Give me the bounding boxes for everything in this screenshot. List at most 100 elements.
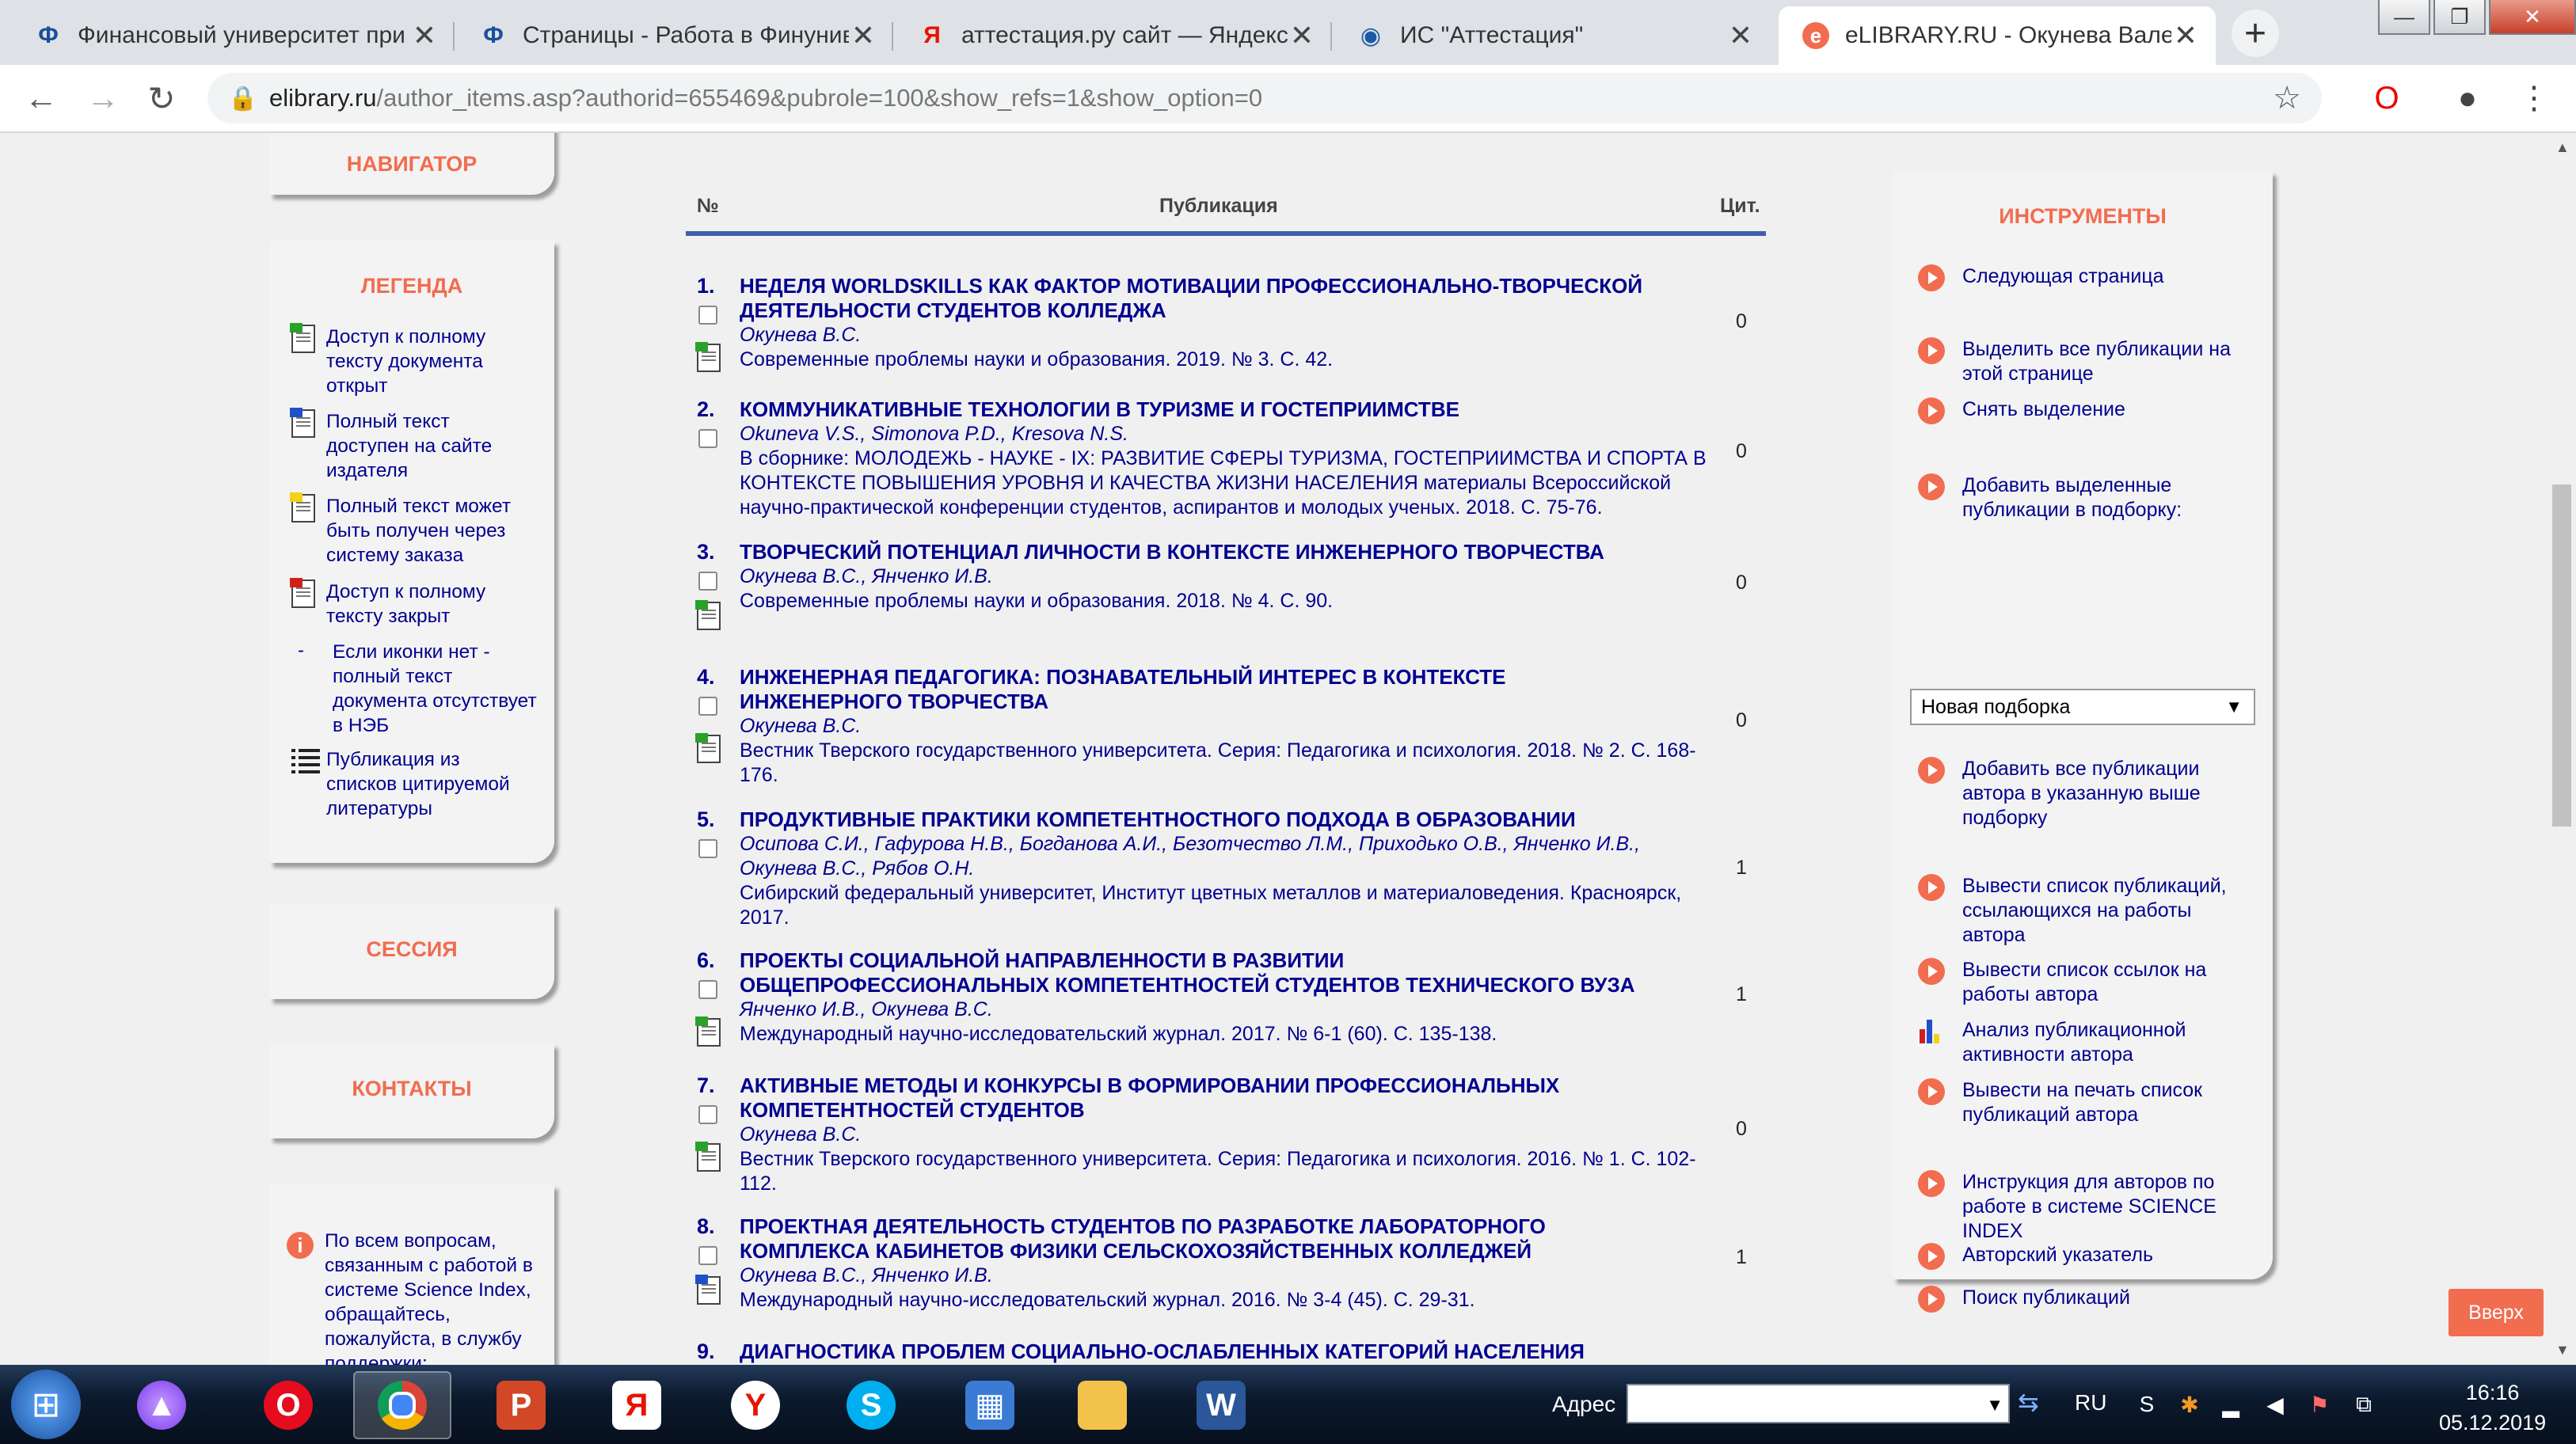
publication-source[interactable]: Современные проблемы науки и образования… [740, 589, 1714, 614]
pdf-publisher-icon[interactable] [695, 1275, 721, 1305]
publication-title-link[interactable]: КОММУНИКАТИВНЫЕ ТЕХНОЛОГИИ В ТУРИЗМЕ И Г… [740, 397, 1658, 422]
pdf-open-icon[interactable] [695, 342, 721, 372]
tool-deselect[interactable]: Снять выделение [1918, 397, 2247, 424]
tool-instructions[interactable]: Инструкция для авторов по работе в систе… [1918, 1170, 2247, 1244]
contacts-title[interactable]: КОНТАКТЫ [269, 1077, 554, 1101]
tray-app-icon[interactable]: ✱ [2176, 1392, 2203, 1419]
close-tab-icon[interactable]: ✕ [849, 19, 877, 52]
tool-author-index[interactable]: Авторский указатель [1918, 1243, 2247, 1270]
taskbar-word[interactable]: W [1172, 1371, 1270, 1439]
tool-search-publications[interactable]: Поиск публикаций [1918, 1286, 2247, 1313]
taskbar-control-panel[interactable]: ▦ [941, 1371, 1039, 1439]
publication-checkbox[interactable] [698, 697, 717, 716]
collection-select[interactable]: Новая подборка ▼ [1910, 689, 2255, 725]
taskbar-powerpoint[interactable]: P [472, 1371, 570, 1439]
scrollbar-thumb[interactable] [2552, 484, 2571, 826]
pdf-open-icon[interactable] [695, 1142, 721, 1172]
close-tab-icon[interactable]: ✕ [1288, 19, 1316, 52]
address-toolbar-input[interactable]: ▼ [1627, 1384, 2010, 1423]
page-scrollbar[interactable]: ▲ ▼ [2547, 133, 2576, 1365]
address-bar[interactable]: 🔒 elibrary.ru/author_items.asp?authorid=… [207, 73, 2322, 124]
publication-authors[interactable]: Окунева В.С., Янченко И.В. [740, 564, 1658, 589]
back-arrow-icon[interactable]: ← [17, 74, 65, 122]
publication-title-link[interactable]: АКТИВНЫЕ МЕТОДЫ И КОНКУРСЫ В ФОРМИРОВАНИ… [740, 1074, 1658, 1123]
tool-select-all[interactable]: Выделить все публикации на этой странице [1918, 337, 2247, 386]
publication-authors[interactable]: Okuneva V.S., Simonova P.D., Kresova N.S… [740, 422, 1658, 446]
reload-icon[interactable]: ↻ [138, 74, 185, 122]
publication-title-link[interactable]: ПРОДУКТИВНЫЕ ПРАКТИКИ КОМПЕТЕНТНОСТНОГО … [740, 808, 1658, 832]
publication-title-link[interactable]: ИНЖЕНЕРНАЯ ПЕДАГОГИКА: ПОЗНАВАТЕЛЬНЫЙ ИН… [740, 665, 1658, 714]
publication-source[interactable]: В сборнике: МОЛОДЕЖЬ - НАУКЕ - IX: РАЗВИ… [740, 446, 1714, 520]
publication-source[interactable]: Вестник Тверского государственного униве… [740, 1147, 1714, 1196]
navigator-title[interactable]: НАВИГАТОР [269, 152, 554, 177]
scroll-to-top-button[interactable]: Вверх [2449, 1289, 2544, 1336]
go-arrow-icon[interactable]: ⇆ [2018, 1387, 2051, 1420]
network-icon[interactable]: ▂ [2217, 1392, 2244, 1419]
flag-icon[interactable]: ⚑ [2306, 1392, 2333, 1419]
opera-extension-icon[interactable]: O [2366, 78, 2407, 119]
citation-count[interactable]: 0 [1736, 310, 1747, 333]
publication-source[interactable]: Вестник Тверского государственного униве… [740, 739, 1714, 788]
minimize-button[interactable]: — [2378, 0, 2430, 35]
publication-authors[interactable]: Окунева В.С. [740, 323, 1658, 348]
tab-elibrary[interactable]: e eLIBRARY.RU - Окунева Валент ✕ [1779, 6, 2216, 65]
pdf-open-icon[interactable] [695, 733, 721, 763]
volume-icon[interactable]: ◀ [2262, 1392, 2289, 1419]
publication-checkbox[interactable] [698, 1105, 717, 1124]
publication-checkbox[interactable] [698, 1246, 717, 1265]
forward-arrow-icon[interactable]: → [79, 74, 127, 122]
tab-pages-finuniversity[interactable]: Ф Страницы - Работа в Финуниве ✕ [456, 6, 893, 65]
publication-source[interactable]: Сибирский федеральный университет, Инсти… [740, 881, 1714, 930]
publication-title-link[interactable]: НЕДЕЛЯ WORLDSKILLS КАК ФАКТОР МОТИВАЦИИ … [740, 274, 1658, 323]
taskbar-chrome[interactable] [353, 1371, 451, 1439]
publication-source[interactable]: Международный научно-исследовательский ж… [740, 1288, 1714, 1313]
tool-references-list[interactable]: Вывести список ссылок на работы автора [1918, 958, 2247, 1007]
tool-add-selected[interactable]: Добавить выделенные публикации в подборк… [1918, 473, 2247, 522]
tab-yandex-search[interactable]: Я аттестация.ру сайт — Яндекс: н ✕ [895, 6, 1332, 65]
tray-extra-icon[interactable]: ⧉ [2350, 1392, 2377, 1419]
tool-next-page[interactable]: Следующая страница [1918, 264, 2247, 291]
profile-icon[interactable]: ● [2447, 78, 2488, 119]
citation-count[interactable]: 1 [1736, 1246, 1747, 1269]
tool-activity-analysis[interactable]: Анализ публикационной активности автора [1918, 1018, 2247, 1067]
publication-title-link[interactable]: ПРОЕКТНАЯ ДЕЯТЕЛЬНОСТЬ СТУДЕНТОВ ПО РАЗР… [740, 1214, 1658, 1264]
close-tab-icon[interactable]: ✕ [1726, 19, 1755, 52]
maximize-button[interactable]: ❐ [2433, 0, 2486, 35]
citation-count[interactable]: 1 [1736, 983, 1747, 1006]
publication-checkbox[interactable] [698, 839, 717, 858]
publication-source[interactable]: Современные проблемы науки и образования… [740, 348, 1714, 372]
publication-title-link[interactable]: ДИАГНОСТИКА ПРОБЛЕМ СОЦИАЛЬНО-ОСЛАБЛЕННЫ… [740, 1340, 1658, 1365]
citation-count[interactable]: 0 [1736, 709, 1747, 732]
citation-count[interactable]: 0 [1736, 1118, 1747, 1141]
publication-checkbox[interactable] [698, 572, 717, 591]
taskbar-alice[interactable]: ▲ [112, 1371, 211, 1439]
window-close-button[interactable]: ✕ [2489, 0, 2576, 35]
publication-authors[interactable]: Окунева В.С. [740, 714, 1658, 739]
scroll-up-arrow-icon[interactable]: ▲ [2555, 139, 2570, 156]
new-tab-button[interactable]: + [2232, 10, 2279, 57]
citation-count[interactable]: 0 [1736, 572, 1747, 595]
language-indicator[interactable]: RU [2075, 1390, 2106, 1416]
taskbar-skype[interactable]: S [822, 1371, 920, 1439]
bookmark-star-icon[interactable]: ☆ [2273, 80, 2301, 116]
tool-add-all[interactable]: Добавить все публикации автора в указанн… [1918, 757, 2247, 830]
citation-count[interactable]: 1 [1736, 857, 1747, 880]
publication-authors[interactable]: Янченко И.В., Окунева В.С. [740, 998, 1658, 1022]
taskbar-yandex[interactable]: Я [588, 1371, 686, 1439]
tab-attestation[interactable]: ◉ ИС "Аттестация" ✕ [1334, 6, 1771, 65]
taskbar-explorer[interactable] [1053, 1371, 1151, 1439]
start-button[interactable]: ⊞ [11, 1370, 81, 1439]
tab-finuniversity[interactable]: Ф Финансовый университет при ✕ [11, 6, 455, 65]
tool-print-list[interactable]: Вывести на печать список публикаций авто… [1918, 1078, 2247, 1127]
system-clock[interactable]: 16:16 05.12.2019 [2439, 1378, 2546, 1438]
publication-title-link[interactable]: ПРОЕКТЫ СОЦИАЛЬНОЙ НАПРАВЛЕННОСТИ В РАЗВ… [740, 948, 1658, 998]
publication-authors[interactable]: Осипова С.И., Гафурова Н.В., Богданова А… [740, 832, 1658, 881]
close-tab-icon[interactable]: ✕ [410, 19, 439, 52]
menu-kebab-icon[interactable]: ⋮ [2513, 78, 2555, 119]
publication-checkbox[interactable] [698, 306, 717, 325]
close-tab-icon[interactable]: ✕ [2171, 19, 2200, 52]
tool-citing-publications[interactable]: Вывести список публикаций, ссылающихся н… [1918, 874, 2247, 948]
taskbar-opera[interactable]: O [239, 1371, 337, 1439]
publication-title-link[interactable]: ТВОРЧЕСКИЙ ПОТЕНЦИАЛ ЛИЧНОСТИ В КОНТЕКСТ… [740, 540, 1658, 564]
session-title[interactable]: СЕССИЯ [269, 937, 554, 962]
